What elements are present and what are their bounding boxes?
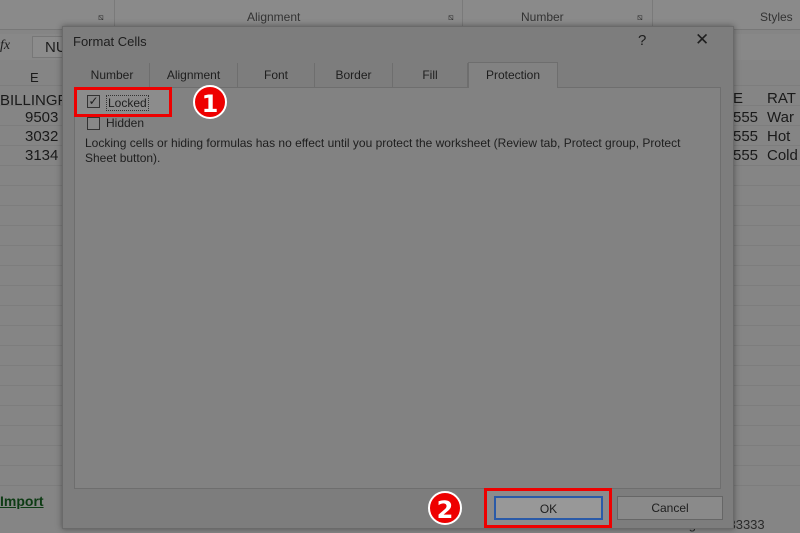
cell[interactable]: Hot — [767, 128, 790, 145]
cell[interactable]: 3134 — [25, 147, 58, 164]
protection-note: Locking cells or hiding formulas has no … — [85, 136, 681, 165]
cell[interactable]: BILLINGF — [0, 92, 67, 109]
close-icon[interactable]: ✕ — [695, 30, 709, 50]
cell[interactable]: 3032 — [25, 128, 58, 145]
tab-alignment[interactable]: Alignment — [150, 63, 238, 87]
dialog-title: Format Cells — [73, 34, 147, 49]
step1-badge: 1 — [193, 85, 227, 119]
tab-number[interactable]: Number — [75, 63, 150, 87]
cell[interactable]: Cold — [767, 147, 798, 164]
ok-button[interactable]: OK — [494, 496, 603, 520]
column-header-e[interactable]: E — [30, 70, 39, 85]
cell[interactable]: War — [767, 109, 794, 126]
tab-font[interactable]: Font — [238, 63, 315, 87]
hidden-checkbox[interactable] — [87, 117, 100, 130]
ribbon-group-styles: Styles — [760, 10, 793, 24]
dialog-launcher-icon[interactable]: ⧅ — [98, 12, 104, 23]
cell[interactable]: 555 — [733, 109, 758, 126]
help-icon[interactable]: ? — [638, 32, 646, 49]
ribbon-group-number: Number — [521, 10, 564, 24]
tab-protection[interactable]: Protection — [468, 62, 558, 88]
hidden-label[interactable]: Hidden — [106, 116, 144, 130]
fx-icon[interactable]: fx — [0, 38, 10, 54]
sheet-tab-import[interactable]: Import — [0, 493, 44, 509]
dialog-launcher-icon[interactable]: ⧅ — [448, 12, 454, 23]
cancel-button[interactable]: Cancel — [617, 496, 723, 520]
cell[interactable]: 555 — [733, 147, 758, 164]
cell[interactable]: 555 — [733, 128, 758, 145]
cell[interactable]: 9503 — [25, 109, 58, 126]
locked-label[interactable]: Locked — [106, 95, 149, 111]
ribbon-group-alignment: Alignment — [247, 10, 301, 24]
dialog-launcher-icon[interactable]: ⧅ — [637, 12, 643, 23]
cell[interactable]: E — [733, 90, 743, 107]
step2-badge: 2 — [428, 491, 462, 525]
tab-fill[interactable]: Fill — [393, 63, 468, 87]
cell[interactable]: RAT — [767, 90, 796, 107]
locked-checkbox[interactable]: ✓ — [87, 95, 100, 108]
tab-border[interactable]: Border — [315, 63, 393, 87]
format-cells-dialog: Format Cells ? ✕ Number Alignment Font B… — [62, 26, 734, 529]
